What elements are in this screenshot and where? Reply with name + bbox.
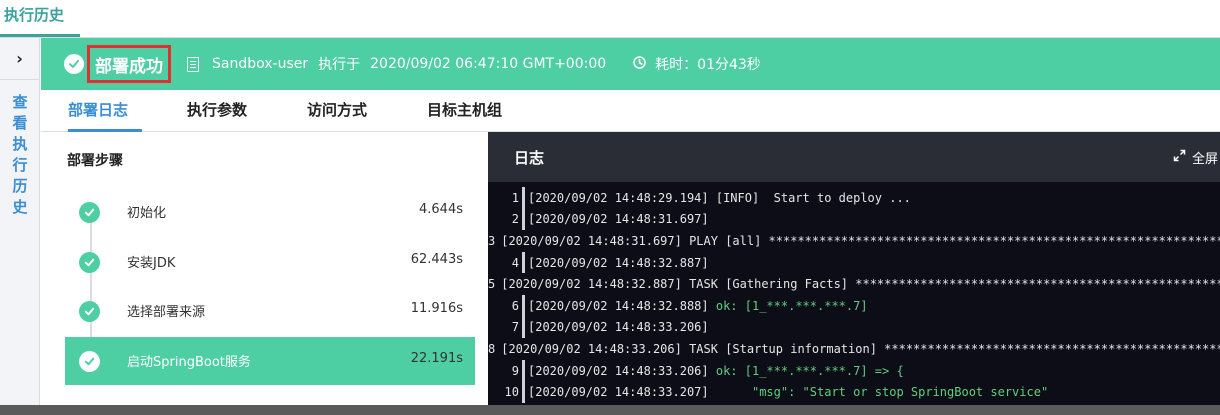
step-duration: 4.644s — [419, 202, 463, 217]
page-title: 执行历史 — [4, 6, 65, 24]
log-gutter-separator — [522, 187, 525, 209]
check-circle-icon — [79, 301, 100, 322]
steps-title: 部署步骤 — [67, 153, 123, 169]
history-icon — [632, 55, 647, 74]
executor-user: Sandbox-user — [212, 56, 309, 72]
step-name: 启动SpringBoot服务 — [127, 355, 251, 370]
log-line-text: [2020/09/02 14:48:33.206] — [528, 320, 709, 335]
expand-icon — [1173, 149, 1186, 166]
log-line: 1 [2020/09/02 14:48:29.194] [INFO] Start … — [488, 187, 1220, 209]
log-gutter-separator — [522, 316, 525, 339]
step-item-select-source[interactable]: 选择部署来源 11.916s — [65, 287, 475, 335]
check-circle-icon — [79, 252, 100, 273]
log-gutter-separator — [522, 251, 525, 274]
log-lines: 1 [2020/09/02 14:48:29.194] [INFO] Start … — [488, 187, 1220, 403]
step-item-start-springboot[interactable]: 启动SpringBoot服务 22.191s — [65, 337, 475, 385]
rail-toggle-button[interactable]: › — [0, 38, 39, 80]
log-line-text: [2020/09/02 14:48:33.206] TASK [Startup … — [501, 341, 1220, 356]
fullscreen-button[interactable]: 全屏 — [1173, 148, 1218, 167]
tab-access-method[interactable]: 访问方式 — [307, 90, 367, 132]
log-line: 9 [2020/09/02 14:48:33.206] ok: [1_***.**… — [488, 359, 1220, 382]
log-line-number: 9 — [511, 363, 519, 378]
rail-history-link[interactable]: 查看执行历史 — [9, 92, 31, 218]
log-line-number: 4 — [511, 255, 519, 270]
log-gutter-separator — [522, 208, 525, 231]
log-line: 2 [2020/09/02 14:48:31.697] — [488, 208, 1220, 231]
executed-time: 2020/09/02 06:47:10 GMT+00:00 — [370, 56, 607, 72]
step-item-init[interactable]: 初始化 4.644s — [65, 188, 475, 236]
log-line-text: [2020/09/02 14:48:32.887] TASK [Gatherin… — [501, 277, 1220, 292]
log-line-text: [2020/09/02 14:48:33.206] — [528, 363, 716, 378]
tab-deploy-log[interactable]: 部署日志 — [68, 90, 128, 132]
log-title: 日志 — [514, 149, 545, 167]
log-line: 5 [2020/09/02 14:48:32.887] TASK [Gatheri… — [488, 273, 1220, 295]
log-line-highlight: "msg": "Start or stop SpringBoot service… — [715, 385, 1049, 400]
step-name: 安装JDK — [127, 256, 176, 271]
log-header: 日志 全屏 — [488, 132, 1220, 182]
log-panel: 日志 全屏 1 [2020/09/02 14:48:29.194] [INFO] … — [488, 132, 1220, 415]
log-line-number: 5 — [488, 277, 496, 292]
log-line-text: [2020/09/02 14:48:32.887] — [528, 255, 709, 270]
log-line-text: [2020/09/02 14:48:32.888] — [528, 298, 716, 313]
step-name: 选择部署来源 — [127, 305, 206, 320]
step-duration: 22.191s — [410, 351, 463, 366]
log-line: 4 [2020/09/02 14:48:32.887] — [488, 251, 1220, 274]
log-line-highlight: ok: [1_***.***.***.7] — [715, 298, 868, 313]
log-gutter-separator — [522, 359, 525, 382]
log-line: 8 [2020/09/02 14:48:33.206] TASK [Startup… — [488, 338, 1220, 360]
log-line-number: 1 — [511, 190, 519, 205]
log-line-number: 8 — [488, 341, 496, 356]
log-line-text: [2020/09/02 14:48:31.697] — [528, 212, 709, 227]
steps-panel: 部署步骤 初始化 4.644s 安装JDK 62.443s 选择部署来源 11.… — [41, 132, 488, 415]
log-line-text: [2020/09/02 14:48:31.697] PLAY [all] ***… — [501, 233, 1220, 248]
bottom-scroll-strip — [0, 405, 1220, 415]
step-duration: 62.443s — [410, 252, 463, 267]
log-gutter-separator — [522, 294, 525, 317]
status-bar: 部署成功 Sandbox-user 执行于 2020/09/02 06:47:1… — [41, 38, 1220, 90]
log-line: 3 [2020/09/02 14:48:31.697] PLAY [all] **… — [488, 230, 1220, 252]
log-line-number: 7 — [511, 320, 519, 335]
check-circle-icon — [64, 54, 84, 74]
tab-bar: 部署日志 执行参数 访问方式 目标主机组 — [41, 90, 1220, 132]
log-line-number: 6 — [511, 298, 519, 313]
step-item-install-jdk[interactable]: 安装JDK 62.443s — [65, 238, 475, 286]
log-line: 10 [2020/09/02 14:48:33.207] "msg": "Star… — [488, 381, 1220, 403]
document-icon — [187, 56, 199, 72]
log-line-number: 2 — [511, 212, 519, 227]
log-line-highlight: ok: [1_***.***.***.7] => { — [715, 363, 904, 378]
executed-label: 执行于 — [318, 57, 361, 73]
execution-history-page: 执行历史 › 查看执行历史 部署成功 Sandbox-user 执行于 2020… — [0, 0, 1220, 415]
check-circle-icon — [79, 351, 100, 372]
tab-target-hosts[interactable]: 目标主机组 — [427, 90, 502, 132]
log-line: 7 [2020/09/02 14:48:33.206] — [488, 316, 1220, 339]
left-rail: › 查看执行历史 — [0, 38, 40, 415]
step-name: 初始化 — [127, 206, 167, 221]
check-circle-icon — [79, 202, 100, 223]
log-line-number: 10 — [504, 385, 519, 400]
step-duration: 11.916s — [410, 301, 463, 316]
log-line-text: [2020/09/02 14:48:29.194] [INFO] Start t… — [528, 190, 911, 205]
log-line-text: [2020/09/02 14:48:33.207] — [528, 385, 716, 400]
tab-exec-params[interactable]: 执行参数 — [187, 90, 247, 132]
duration-value: 01分43秒 — [697, 57, 761, 73]
log-gutter-separator — [522, 381, 525, 403]
log-line: 6 [2020/09/02 14:48:32.888] ok: [1_***.**… — [488, 294, 1220, 317]
result-highlight: 部署成功 — [87, 45, 171, 83]
duration-label: 耗时： — [655, 57, 698, 73]
log-line-number: 3 — [488, 233, 496, 248]
fullscreen-label: 全屏 — [1191, 152, 1218, 167]
result-text: 部署成功 — [95, 56, 163, 77]
